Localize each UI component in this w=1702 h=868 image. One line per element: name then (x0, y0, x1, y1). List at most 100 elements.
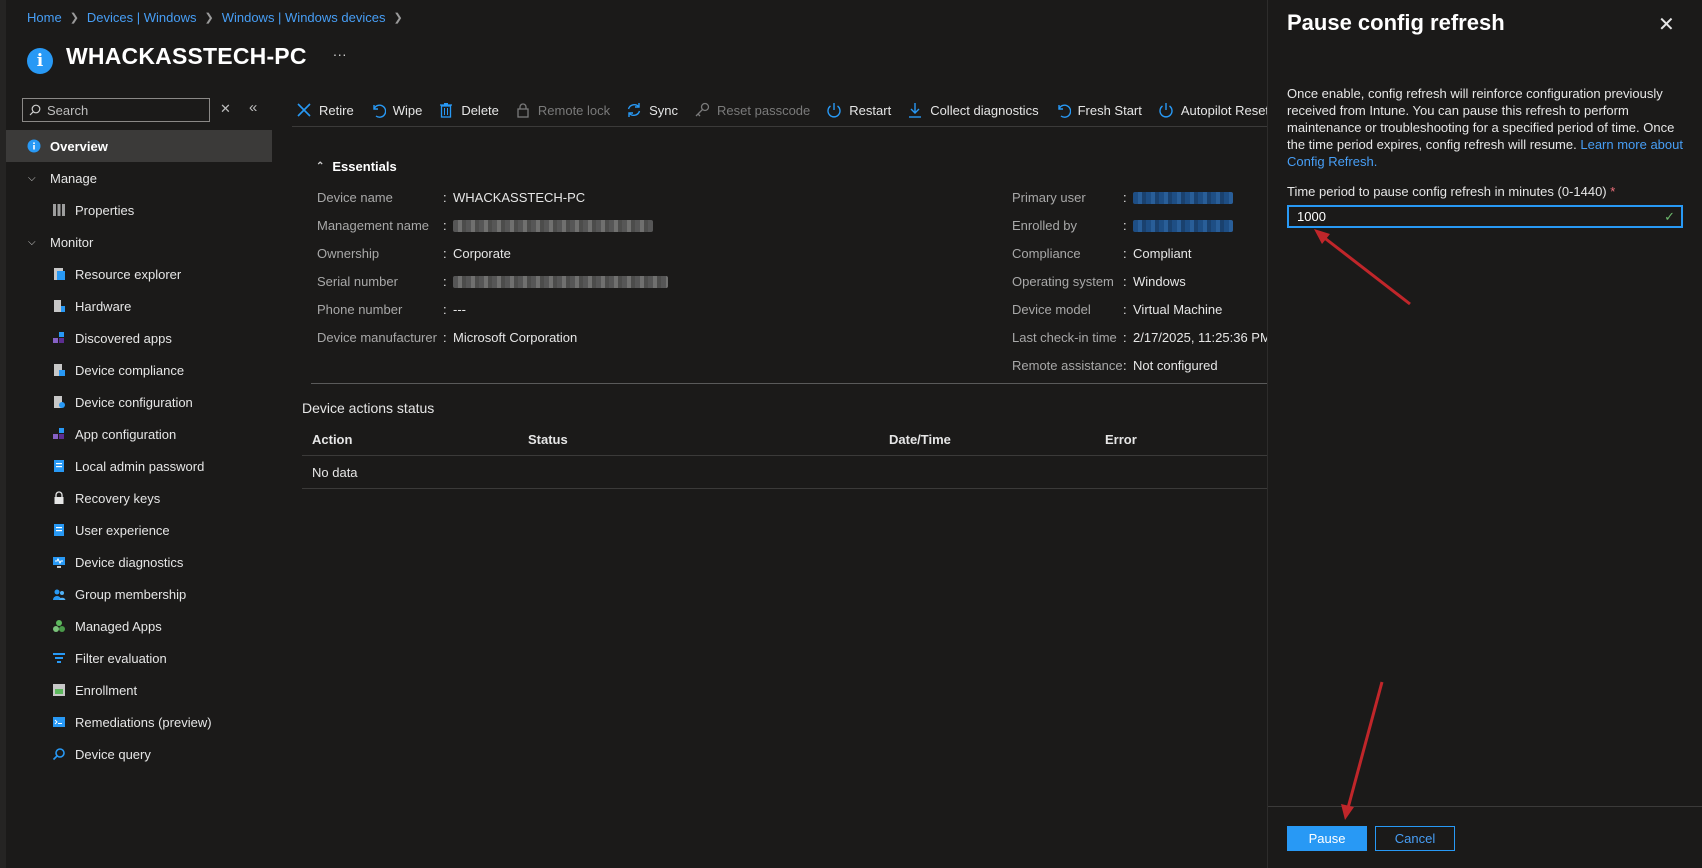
device-model-value: Virtual Machine (1133, 302, 1223, 317)
clear-search-icon[interactable]: ✕ (220, 101, 231, 117)
sidebar-item-resource-explorer[interactable]: Resource explorer (6, 258, 272, 290)
sidebar-item-filter-evaluation[interactable]: Filter evaluation (6, 642, 272, 674)
sidebar-item-label: Recovery keys (75, 490, 161, 506)
autopilot-reset-button[interactable]: Autopilot Reset (1158, 102, 1269, 118)
info-icon (26, 138, 42, 154)
breadcrumb-windows-devices[interactable]: Windows | Windows devices (222, 10, 386, 25)
sidebar-item-overview[interactable]: Overview (6, 130, 272, 162)
autopilot-reset-label: Autopilot Reset (1180, 102, 1270, 118)
essentials-row: Management name: (317, 218, 668, 246)
checkmark-icon: ✓ (1664, 209, 1675, 224)
column-header-status[interactable]: Status (528, 432, 568, 447)
essentials-toggle[interactable]: ⌃ Essentials (316, 159, 397, 174)
sidebar-item-discovered-apps[interactable]: Discovered apps (6, 322, 272, 354)
sidebar-item-label: Group membership (75, 586, 187, 602)
field-label: Remote assistance (1012, 358, 1123, 373)
sidebar-item-remediations[interactable]: Remediations (preview) (6, 706, 272, 738)
search-icon (29, 104, 41, 116)
sidebar-group-label: Manage (50, 170, 97, 186)
sidebar-item-label: Filter evaluation (75, 650, 167, 666)
pause-button[interactable]: Pause (1287, 826, 1367, 851)
sidebar-item-local-admin-password[interactable]: Local admin password (6, 450, 272, 482)
field-label: Phone number (317, 302, 403, 317)
field-label: Primary user (1012, 190, 1086, 205)
restart-button[interactable]: Restart (826, 102, 891, 118)
sidebar-item-label: User experience (75, 522, 170, 538)
sidebar-item-device-configuration[interactable]: Device configuration (6, 386, 272, 418)
sidebar-item-app-configuration[interactable]: App configuration (6, 418, 272, 450)
chevron-right-icon: ❯ (69, 12, 79, 24)
sidebar-item-label: App configuration (75, 426, 177, 442)
sidebar-item-user-experience[interactable]: User experience (6, 514, 272, 546)
sidebar-item-recovery-keys[interactable]: Recovery keys (6, 482, 272, 514)
retire-button[interactable]: Retire (296, 102, 354, 118)
ownership-value: Corporate (453, 246, 511, 261)
sidebar-item-label: Local admin password (75, 458, 205, 474)
hardware-icon (51, 298, 67, 314)
sidebar-item-enrollment[interactable]: Enrollment (6, 674, 272, 706)
sidebar-item-hardware[interactable]: Hardware (6, 290, 272, 322)
panel-title: Pause config refresh (1287, 10, 1505, 35)
table-row: No data (302, 456, 1267, 489)
wipe-button[interactable]: Wipe (370, 102, 422, 118)
column-header-datetime[interactable]: Date/Time (889, 432, 951, 447)
breadcrumb-home[interactable]: Home (27, 10, 62, 25)
sidebar-group-monitor[interactable]: ⌵ Monitor (6, 226, 272, 258)
reset-passcode-button[interactable]: Reset passcode (694, 102, 810, 118)
field-label: Compliance (1012, 246, 1081, 261)
sidebar-item-managed-apps[interactable]: Managed Apps (6, 610, 272, 642)
pause-period-label: Time period to pause config refresh in m… (1287, 184, 1615, 199)
sidebar-item-device-compliance[interactable]: Device compliance (6, 354, 272, 386)
remote-lock-button[interactable]: Remote lock (515, 102, 610, 118)
sidebar-item-label: Device compliance (75, 362, 185, 378)
enrolled-by-link[interactable] (1133, 220, 1233, 232)
close-icon[interactable]: ✕ (1658, 12, 1675, 37)
sidebar-item-device-query[interactable]: Device query (6, 738, 272, 770)
sidebar-item-label: Managed Apps (75, 618, 162, 634)
configuration-icon (51, 394, 67, 410)
key-icon (695, 102, 710, 117)
essentials-row: Operating system: Windows (1012, 274, 1186, 289)
essentials-row: Ownership: Corporate (317, 246, 511, 261)
fresh-start-label: Fresh Start (1077, 102, 1142, 118)
properties-icon (51, 202, 67, 218)
sidebar-item-label: Remediations (preview) (75, 714, 212, 730)
sidebar-group-label: Monitor (50, 234, 94, 250)
field-label: Device name (317, 190, 393, 205)
group-icon (51, 586, 67, 602)
sidebar-item-label: Device query (75, 746, 151, 762)
sidebar-item-group-membership[interactable]: Group membership (6, 578, 272, 610)
filter-icon (51, 650, 67, 666)
sidebar-item-device-diagnostics[interactable]: Device diagnostics (6, 546, 272, 578)
sidebar-group-manage[interactable]: ⌵ Manage (6, 162, 272, 194)
chevron-right-icon: ❯ (204, 12, 214, 24)
sidebar-item-properties[interactable]: Properties (6, 194, 272, 226)
cancel-button[interactable]: Cancel (1375, 826, 1455, 851)
sidebar-item-label: Discovered apps (75, 330, 172, 346)
delete-button[interactable]: Delete (438, 102, 499, 118)
undo-icon (1057, 104, 1071, 118)
collapse-sidebar-icon[interactable]: « (249, 99, 257, 116)
column-header-error[interactable]: Error (1105, 432, 1137, 447)
sync-button[interactable]: Sync (626, 102, 678, 118)
essentials-row: Primary user: (1012, 190, 1271, 218)
empty-state-text: No data (312, 464, 358, 480)
collect-diagnostics-button[interactable]: Collect diagnostics (907, 102, 1039, 118)
remediations-icon (51, 714, 67, 730)
more-options-button[interactable]: ··· (333, 46, 347, 62)
essentials-row: Compliance: Compliant (1012, 246, 1192, 261)
column-header-action[interactable]: Action (312, 432, 352, 447)
power-icon (827, 103, 841, 118)
enrollment-icon (51, 682, 67, 698)
primary-user-link[interactable] (1133, 192, 1233, 204)
command-bar: Retire Wipe Delete Remote lock Sync Rese… (296, 96, 1285, 124)
redacted-value (453, 276, 668, 288)
breadcrumb-devices-windows[interactable]: Devices | Windows (87, 10, 197, 25)
search-input[interactable]: Search (22, 98, 210, 122)
fresh-start-button[interactable]: Fresh Start (1055, 102, 1142, 118)
compliance-icon (51, 362, 67, 378)
field-label-text: Time period to pause config refresh in m… (1287, 184, 1607, 199)
chevron-up-icon: ⌃ (316, 161, 325, 172)
pause-period-input[interactable]: 1000 ✓ (1287, 205, 1683, 228)
phone-number-value: --- (453, 302, 466, 317)
